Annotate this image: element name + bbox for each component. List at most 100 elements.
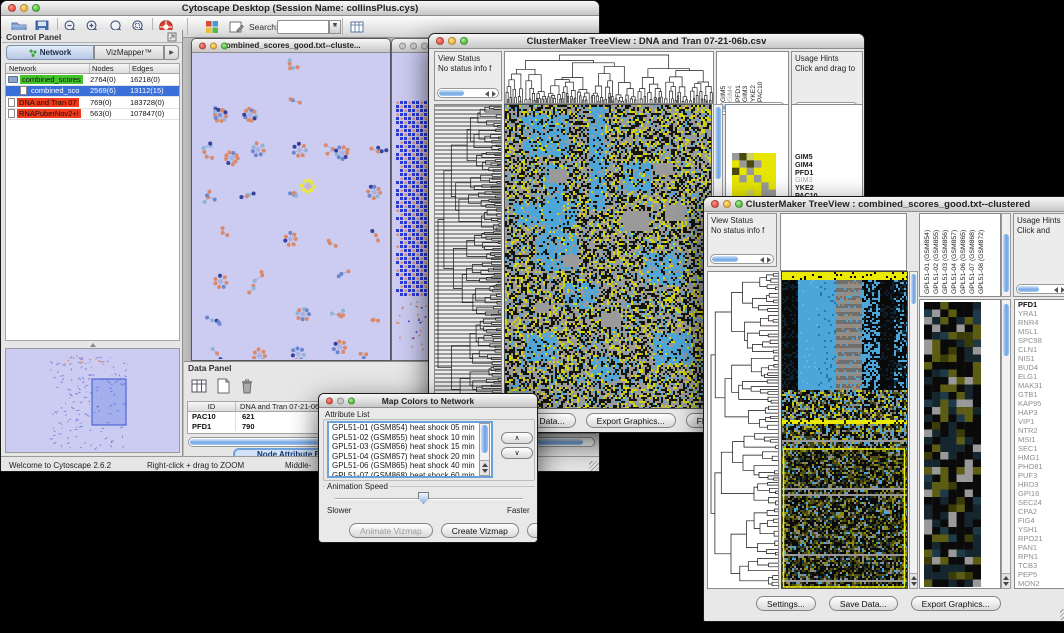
attribute-list-item[interactable]: GPL51-06 (GSM865) heat shock 40 min xyxy=(329,461,491,471)
tv2-gene-label: NIS1 xyxy=(1015,354,1064,363)
treeview2-button[interactable]: Settings... xyxy=(756,596,816,611)
tab-vizmapper[interactable]: VizMapper™ xyxy=(94,45,164,60)
attribute-list-item[interactable]: GPL51-02 (GSM855) heat shock 10 min xyxy=(329,433,491,443)
minimize-button[interactable] xyxy=(20,4,28,12)
zoom-button[interactable] xyxy=(348,397,355,404)
panel-splitter[interactable] xyxy=(5,341,180,348)
tv2-zoom-thumb[interactable] xyxy=(1003,304,1009,356)
tv1-row-dendrogram[interactable] xyxy=(434,104,502,409)
vizmapper-icon[interactable] xyxy=(204,19,220,35)
tv2-status-scrollbar[interactable] xyxy=(710,254,774,264)
slider-max-label: Faster xyxy=(507,506,530,515)
minimize-button[interactable] xyxy=(410,42,417,49)
tv2-collabel-thumb[interactable] xyxy=(1003,234,1009,292)
minimize-button[interactable] xyxy=(448,37,456,45)
attribute-list-item[interactable]: GPL51-01 (GSM854) heat shock 05 min xyxy=(329,423,491,433)
tv1-global-heatmap[interactable] xyxy=(504,104,712,409)
close-button[interactable] xyxy=(326,397,333,404)
dialog-button[interactable]: Create Vizmap xyxy=(441,523,519,538)
treeview2-button[interactable]: Save Data... xyxy=(829,596,898,611)
float-panel-icon[interactable] xyxy=(167,32,177,42)
zoom-button[interactable] xyxy=(221,42,228,49)
dialog-title-bar[interactable]: Map Colors to Network xyxy=(319,394,537,408)
minimize-button[interactable] xyxy=(337,397,344,404)
move-up-button[interactable]: ∧ xyxy=(501,432,533,444)
tv2-v-thumb[interactable] xyxy=(911,274,916,304)
tv2-gene-labels[interactable]: PFD1YRA1RNR4MSL1SPC98CLN1NIS1BUD4ELG1MAK… xyxy=(1014,299,1064,589)
attribute-table-icon[interactable] xyxy=(349,19,365,35)
treeview2-title-bar[interactable]: ClusterMaker TreeView : combined_scores_… xyxy=(704,197,1064,212)
animation-slider-track[interactable] xyxy=(335,498,523,500)
tv2-gene-label: BUD4 xyxy=(1015,363,1064,372)
tv1-zoom-matrix xyxy=(732,153,776,197)
close-button[interactable] xyxy=(711,200,719,208)
zoom-button[interactable] xyxy=(421,42,428,49)
treeview1-button[interactable]: Export Graphics... xyxy=(586,413,676,428)
annotation-icon[interactable] xyxy=(228,19,244,35)
tv2-resize-grip[interactable] xyxy=(1060,609,1064,620)
network-row[interactable]: DNA and Tran 07769(0)183728(0) xyxy=(6,97,179,109)
zoom-button[interactable] xyxy=(735,200,743,208)
minimize-button[interactable] xyxy=(723,200,731,208)
attribute-select-icon[interactable] xyxy=(190,377,208,395)
dialog-button[interactable]: Done xyxy=(527,523,538,538)
main-title-bar[interactable]: Cytoscape Desktop (Session Name: collins… xyxy=(1,1,599,16)
tv2-heatmap-v-scrollbar[interactable] xyxy=(909,271,918,589)
network-row[interactable]: RNAPuberNov2+!563(0)107847(0) xyxy=(6,109,179,121)
search-dropdown-arrow-icon[interactable] xyxy=(329,20,341,34)
tv2-gene-label: PUF3 xyxy=(1015,471,1064,480)
network-view-title-bar[interactable]: combined_scores_good.txt--cluste... xyxy=(192,39,390,53)
tv1-column-dendrogram[interactable] xyxy=(504,51,714,104)
tv2-zoom-v-scrollbar[interactable] xyxy=(1001,299,1011,589)
tv1-status-scrollbar[interactable] xyxy=(437,88,499,98)
tab-network[interactable]: Network xyxy=(6,45,94,60)
slider-min-label: Slower xyxy=(327,506,351,515)
network-row[interactable]: combined_sco2569(6)13112(15) xyxy=(6,86,179,98)
close-button[interactable] xyxy=(199,42,206,49)
attribute-list-item[interactable]: GPL51-03 (GSM856) heat shock 15 min xyxy=(329,442,491,452)
network-table-body[interactable]: combined_scores2764(0)16218(0)combined_s… xyxy=(5,74,180,120)
down-arrow-icon: ∨ xyxy=(514,449,519,457)
delete-attribute-trash-icon[interactable] xyxy=(238,377,256,395)
network-canvas[interactable] xyxy=(192,53,390,361)
attribute-list-item[interactable]: GPL51-04 (GSM857) heat shock 20 min xyxy=(329,452,491,462)
tv2-column-label: GPL51-07 (GSM868) xyxy=(969,216,978,294)
zoom-button[interactable] xyxy=(32,4,40,12)
tv2-collabel-scrollbar[interactable] xyxy=(1001,213,1011,297)
network-tree-empty-area[interactable] xyxy=(5,120,180,341)
attribute-list-item[interactable]: GPL51-07 (GSM868) heat shock 60 min xyxy=(329,471,491,478)
close-button[interactable] xyxy=(399,42,406,49)
treeview2-button[interactable]: Export Graphics... xyxy=(911,596,1001,611)
treeview1-title-bar[interactable]: ClusterMaker TreeView : DNA and Tran 07-… xyxy=(429,34,864,49)
network-graph xyxy=(192,53,390,359)
control-panel-title: Control Panel xyxy=(6,32,61,42)
attribute-listbox[interactable]: GPL51-01 (GSM854) heat shock 05 minGPL51… xyxy=(327,421,493,478)
tv2-zoom-heatmap-panel[interactable] xyxy=(919,299,1001,589)
tab-overflow-arrow[interactable]: ▶ xyxy=(164,45,179,60)
network-table-header[interactable]: Network Nodes Edges xyxy=(5,63,180,74)
minimize-button[interactable] xyxy=(210,42,217,49)
close-button[interactable] xyxy=(436,37,444,45)
tv2-gene-label: KAP95 xyxy=(1015,399,1064,408)
col-nodes: Nodes xyxy=(90,64,130,73)
zoom-button[interactable] xyxy=(460,37,468,45)
attribute-list-scrollbar[interactable] xyxy=(479,423,490,476)
tv2-usage-scrollbar[interactable] xyxy=(1016,284,1064,294)
tv2-global-heatmap[interactable] xyxy=(781,271,908,589)
move-down-button[interactable]: ∨ xyxy=(501,447,533,459)
network-row[interactable]: combined_scores2764(0)16218(0) xyxy=(6,74,179,86)
tv2-row-dendrogram[interactable] xyxy=(707,271,779,589)
tv1-column-label: GIM3 xyxy=(742,54,749,102)
resize-grip[interactable] xyxy=(589,461,600,472)
tv2-gene-label: HMG1 xyxy=(1015,453,1064,462)
tv2-gene-label: PFD1 xyxy=(1015,300,1064,309)
dialog-button[interactable]: Animate Vizmap xyxy=(349,523,433,538)
close-button[interactable] xyxy=(8,4,16,12)
tv1-v-thumb[interactable] xyxy=(715,107,721,179)
new-attribute-icon[interactable] xyxy=(214,377,232,395)
search-input[interactable] xyxy=(277,20,329,34)
network-view-window-controls xyxy=(199,42,228,49)
network-overview-minimap[interactable] xyxy=(5,348,180,453)
col-id: ID xyxy=(188,402,236,411)
attr-v-thumb[interactable] xyxy=(481,425,488,453)
